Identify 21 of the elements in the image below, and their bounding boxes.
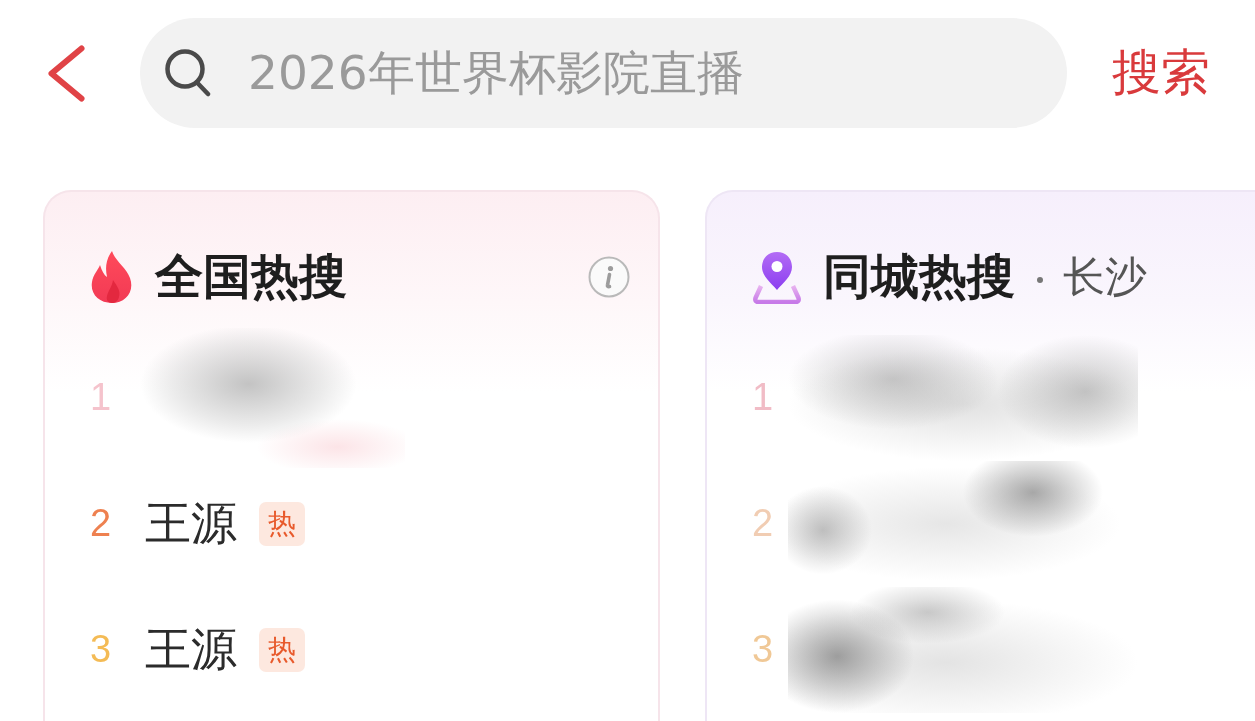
trend-title[interactable]: 王源 <box>145 622 237 678</box>
rank-number: 3 <box>752 629 775 671</box>
hot-tag: 热 <box>259 502 305 546</box>
chevron-left-icon <box>48 44 85 102</box>
map-pin-icon <box>753 250 801 304</box>
rank-number: 2 <box>90 503 113 545</box>
back-button[interactable] <box>48 44 85 102</box>
card-title: 全国热搜 <box>155 249 347 305</box>
search-field[interactable]: 2026年世界杯影院直播 <box>140 18 1067 128</box>
rank-number: 1 <box>90 377 113 419</box>
hot-tag: 热 <box>259 628 305 672</box>
search-button[interactable]: 搜索 <box>1112 43 1210 103</box>
search-icon <box>165 49 211 97</box>
card-title: 同城热搜 <box>823 249 1015 305</box>
flame-icon <box>91 251 133 303</box>
trend-title[interactable]: 王源 <box>145 496 237 552</box>
city-label: 长沙 <box>1063 252 1147 302</box>
rank-number: 1 <box>752 377 775 419</box>
info-icon[interactable] <box>588 256 630 298</box>
rank-number: 2 <box>752 503 775 545</box>
rank-number: 3 <box>90 629 113 671</box>
